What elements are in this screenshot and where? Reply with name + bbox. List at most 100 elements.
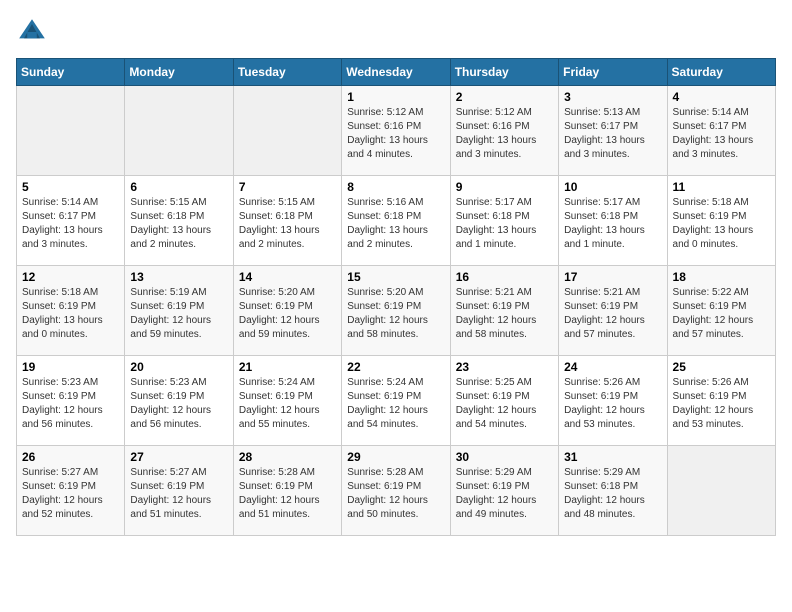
day-info: Sunrise: 5:12 AMSunset: 6:16 PMDaylight:… <box>347 106 444 162</box>
day-number: 26 <box>22 450 119 464</box>
weekday-header: Friday <box>559 59 667 86</box>
calendar-week-row: 1 Sunrise: 5:12 AMSunset: 6:16 PMDayligh… <box>17 86 776 176</box>
day-info: Sunrise: 5:27 AMSunset: 6:19 PMDaylight:… <box>22 466 119 522</box>
calendar-cell <box>233 86 341 176</box>
day-number: 13 <box>130 270 227 284</box>
calendar-cell: 10 Sunrise: 5:17 AMSunset: 6:18 PMDaylig… <box>559 176 667 266</box>
day-info: Sunrise: 5:24 AMSunset: 6:19 PMDaylight:… <box>239 376 336 432</box>
day-number: 12 <box>22 270 119 284</box>
day-info: Sunrise: 5:23 AMSunset: 6:19 PMDaylight:… <box>22 376 119 432</box>
weekday-header: Sunday <box>17 59 125 86</box>
day-number: 22 <box>347 360 444 374</box>
day-info: Sunrise: 5:14 AMSunset: 6:17 PMDaylight:… <box>22 196 119 252</box>
calendar-cell: 9 Sunrise: 5:17 AMSunset: 6:18 PMDayligh… <box>450 176 558 266</box>
day-info: Sunrise: 5:28 AMSunset: 6:19 PMDaylight:… <box>347 466 444 522</box>
calendar-header: SundayMondayTuesdayWednesdayThursdayFrid… <box>17 59 776 86</box>
calendar-cell <box>125 86 233 176</box>
day-number: 11 <box>673 180 770 194</box>
day-info: Sunrise: 5:21 AMSunset: 6:19 PMDaylight:… <box>564 286 661 342</box>
day-number: 6 <box>130 180 227 194</box>
weekday-header: Thursday <box>450 59 558 86</box>
calendar-cell: 25 Sunrise: 5:26 AMSunset: 6:19 PMDaylig… <box>667 356 775 446</box>
day-info: Sunrise: 5:20 AMSunset: 6:19 PMDaylight:… <box>347 286 444 342</box>
day-info: Sunrise: 5:26 AMSunset: 6:19 PMDaylight:… <box>564 376 661 432</box>
day-number: 4 <box>673 90 770 104</box>
day-info: Sunrise: 5:15 AMSunset: 6:18 PMDaylight:… <box>239 196 336 252</box>
calendar-cell: 22 Sunrise: 5:24 AMSunset: 6:19 PMDaylig… <box>342 356 450 446</box>
day-number: 27 <box>130 450 227 464</box>
day-number: 24 <box>564 360 661 374</box>
weekday-header: Saturday <box>667 59 775 86</box>
day-info: Sunrise: 5:15 AMSunset: 6:18 PMDaylight:… <box>130 196 227 252</box>
calendar-cell: 26 Sunrise: 5:27 AMSunset: 6:19 PMDaylig… <box>17 446 125 536</box>
calendar-cell: 24 Sunrise: 5:26 AMSunset: 6:19 PMDaylig… <box>559 356 667 446</box>
day-info: Sunrise: 5:16 AMSunset: 6:18 PMDaylight:… <box>347 196 444 252</box>
calendar-week-row: 19 Sunrise: 5:23 AMSunset: 6:19 PMDaylig… <box>17 356 776 446</box>
calendar-cell: 28 Sunrise: 5:28 AMSunset: 6:19 PMDaylig… <box>233 446 341 536</box>
calendar-cell: 14 Sunrise: 5:20 AMSunset: 6:19 PMDaylig… <box>233 266 341 356</box>
day-number: 15 <box>347 270 444 284</box>
calendar-cell: 4 Sunrise: 5:14 AMSunset: 6:17 PMDayligh… <box>667 86 775 176</box>
calendar-cell: 15 Sunrise: 5:20 AMSunset: 6:19 PMDaylig… <box>342 266 450 356</box>
day-info: Sunrise: 5:28 AMSunset: 6:19 PMDaylight:… <box>239 466 336 522</box>
calendar-cell: 13 Sunrise: 5:19 AMSunset: 6:19 PMDaylig… <box>125 266 233 356</box>
day-number: 30 <box>456 450 553 464</box>
day-number: 7 <box>239 180 336 194</box>
day-info: Sunrise: 5:27 AMSunset: 6:19 PMDaylight:… <box>130 466 227 522</box>
day-info: Sunrise: 5:26 AMSunset: 6:19 PMDaylight:… <box>673 376 770 432</box>
calendar-week-row: 5 Sunrise: 5:14 AMSunset: 6:17 PMDayligh… <box>17 176 776 266</box>
day-number: 5 <box>22 180 119 194</box>
day-info: Sunrise: 5:18 AMSunset: 6:19 PMDaylight:… <box>673 196 770 252</box>
day-info: Sunrise: 5:13 AMSunset: 6:17 PMDaylight:… <box>564 106 661 162</box>
weekday-header: Wednesday <box>342 59 450 86</box>
day-info: Sunrise: 5:25 AMSunset: 6:19 PMDaylight:… <box>456 376 553 432</box>
calendar-cell: 7 Sunrise: 5:15 AMSunset: 6:18 PMDayligh… <box>233 176 341 266</box>
day-number: 8 <box>347 180 444 194</box>
calendar-cell: 11 Sunrise: 5:18 AMSunset: 6:19 PMDaylig… <box>667 176 775 266</box>
calendar-cell: 29 Sunrise: 5:28 AMSunset: 6:19 PMDaylig… <box>342 446 450 536</box>
day-number: 17 <box>564 270 661 284</box>
day-info: Sunrise: 5:19 AMSunset: 6:19 PMDaylight:… <box>130 286 227 342</box>
day-info: Sunrise: 5:12 AMSunset: 6:16 PMDaylight:… <box>456 106 553 162</box>
calendar-cell: 5 Sunrise: 5:14 AMSunset: 6:17 PMDayligh… <box>17 176 125 266</box>
calendar-cell: 17 Sunrise: 5:21 AMSunset: 6:19 PMDaylig… <box>559 266 667 356</box>
page-header <box>16 16 776 48</box>
day-number: 31 <box>564 450 661 464</box>
calendar-cell: 16 Sunrise: 5:21 AMSunset: 6:19 PMDaylig… <box>450 266 558 356</box>
day-number: 21 <box>239 360 336 374</box>
weekday-header: Monday <box>125 59 233 86</box>
day-info: Sunrise: 5:17 AMSunset: 6:18 PMDaylight:… <box>456 196 553 252</box>
day-info: Sunrise: 5:23 AMSunset: 6:19 PMDaylight:… <box>130 376 227 432</box>
calendar-body: 1 Sunrise: 5:12 AMSunset: 6:16 PMDayligh… <box>17 86 776 536</box>
header-row: SundayMondayTuesdayWednesdayThursdayFrid… <box>17 59 776 86</box>
day-number: 1 <box>347 90 444 104</box>
calendar-table: SundayMondayTuesdayWednesdayThursdayFrid… <box>16 58 776 536</box>
day-info: Sunrise: 5:20 AMSunset: 6:19 PMDaylight:… <box>239 286 336 342</box>
logo-icon <box>16 16 48 48</box>
day-number: 23 <box>456 360 553 374</box>
day-number: 19 <box>22 360 119 374</box>
calendar-week-row: 26 Sunrise: 5:27 AMSunset: 6:19 PMDaylig… <box>17 446 776 536</box>
weekday-header: Tuesday <box>233 59 341 86</box>
calendar-cell: 3 Sunrise: 5:13 AMSunset: 6:17 PMDayligh… <box>559 86 667 176</box>
day-info: Sunrise: 5:14 AMSunset: 6:17 PMDaylight:… <box>673 106 770 162</box>
calendar-cell: 1 Sunrise: 5:12 AMSunset: 6:16 PMDayligh… <box>342 86 450 176</box>
day-info: Sunrise: 5:17 AMSunset: 6:18 PMDaylight:… <box>564 196 661 252</box>
calendar-cell: 23 Sunrise: 5:25 AMSunset: 6:19 PMDaylig… <box>450 356 558 446</box>
calendar-cell <box>17 86 125 176</box>
calendar-cell: 12 Sunrise: 5:18 AMSunset: 6:19 PMDaylig… <box>17 266 125 356</box>
day-number: 10 <box>564 180 661 194</box>
calendar-cell: 2 Sunrise: 5:12 AMSunset: 6:16 PMDayligh… <box>450 86 558 176</box>
calendar-cell <box>667 446 775 536</box>
day-number: 16 <box>456 270 553 284</box>
logo <box>16 16 54 48</box>
day-info: Sunrise: 5:18 AMSunset: 6:19 PMDaylight:… <box>22 286 119 342</box>
day-info: Sunrise: 5:29 AMSunset: 6:19 PMDaylight:… <box>456 466 553 522</box>
day-number: 14 <box>239 270 336 284</box>
calendar-cell: 30 Sunrise: 5:29 AMSunset: 6:19 PMDaylig… <box>450 446 558 536</box>
day-number: 29 <box>347 450 444 464</box>
day-number: 9 <box>456 180 553 194</box>
calendar-cell: 21 Sunrise: 5:24 AMSunset: 6:19 PMDaylig… <box>233 356 341 446</box>
calendar-cell: 8 Sunrise: 5:16 AMSunset: 6:18 PMDayligh… <box>342 176 450 266</box>
day-number: 2 <box>456 90 553 104</box>
